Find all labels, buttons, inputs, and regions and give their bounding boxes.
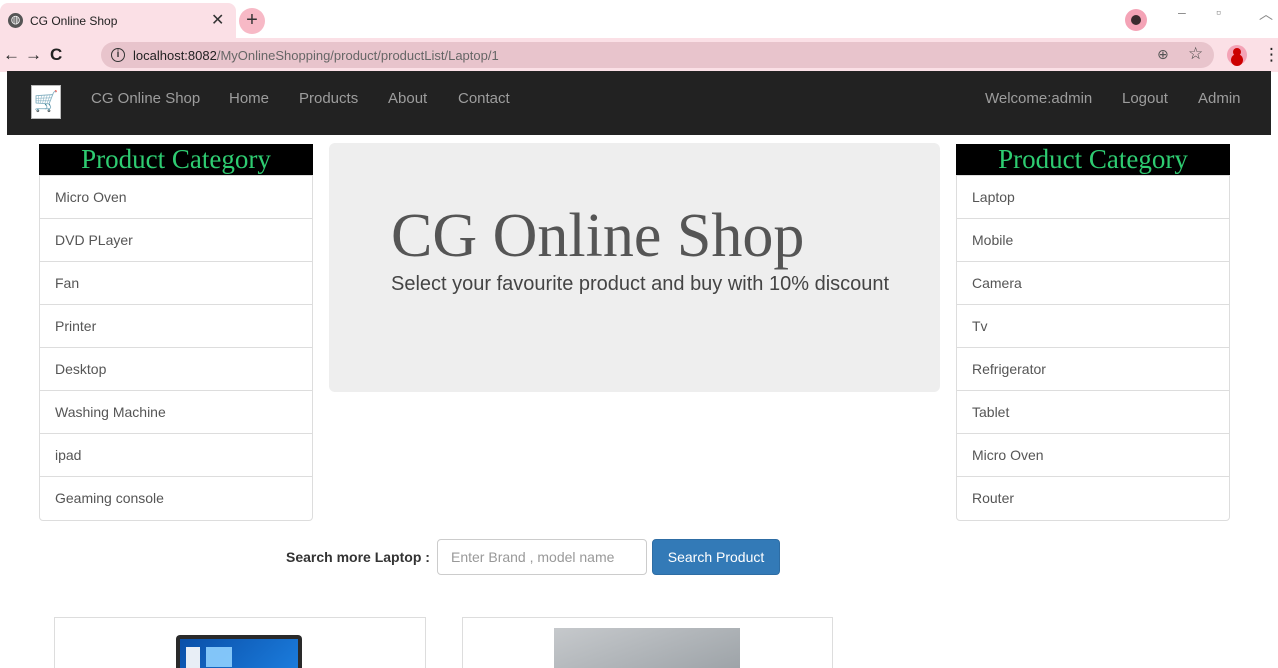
profile-icon[interactable] — [1125, 9, 1147, 31]
cart-logo-icon[interactable]: 🛒 — [31, 85, 61, 119]
zoom-icon[interactable]: ⊕ — [1157, 46, 1169, 63]
category-header: Product Category — [956, 144, 1230, 175]
category-list: Micro Oven DVD PLayer Fan Printer Deskto… — [39, 175, 313, 521]
category-item[interactable]: Geaming console — [40, 477, 312, 520]
url-text[interactable]: localhost:8082/MyOnlineShopping/product/… — [133, 48, 499, 63]
right-category-panel: Product Category Laptop Mobile Camera Tv… — [956, 144, 1230, 521]
minimize-icon[interactable]: – — [1178, 4, 1186, 20]
restore-icon[interactable]: ▫ — [1216, 4, 1221, 20]
jumbotron-subtitle: Select your favourite product and buy wi… — [391, 273, 890, 295]
laptop-product-image[interactable] — [554, 628, 740, 668]
search-input[interactable] — [437, 539, 647, 575]
plus-icon[interactable]: + — [239, 8, 265, 34]
category-item[interactable]: Printer — [40, 305, 312, 348]
category-item[interactable]: Washing Machine — [40, 391, 312, 434]
nav-products[interactable]: Products — [299, 90, 358, 107]
category-item[interactable]: Tablet — [957, 391, 1229, 434]
browser-tab[interactable]: ◍ CG Online Shop ✕ — [0, 3, 236, 38]
search-label: Search more Laptop : — [286, 549, 430, 565]
category-item[interactable]: Laptop — [957, 176, 1229, 219]
tab-title: CG Online Shop — [30, 14, 118, 28]
nav-home[interactable]: Home — [229, 90, 269, 107]
category-list: Laptop Mobile Camera Tv Refrigerator Tab… — [956, 175, 1230, 521]
forward-icon[interactable]: → — [25, 45, 42, 65]
nav-about[interactable]: About — [388, 90, 427, 107]
category-item[interactable]: ipad — [40, 434, 312, 477]
url-host: localhost:8082 — [133, 48, 217, 63]
nav-logout[interactable]: Logout — [1122, 90, 1168, 107]
menu-icon[interactable]: ⋮ — [1263, 45, 1278, 65]
category-item[interactable]: Router — [957, 477, 1229, 520]
url-path: /MyOnlineShopping/product/productList/La… — [216, 48, 499, 63]
category-item[interactable]: Micro Oven — [957, 434, 1229, 477]
account-icon[interactable] — [1227, 45, 1247, 65]
nav-contact[interactable]: Contact — [458, 90, 510, 107]
nav-brand[interactable]: CG Online Shop — [91, 90, 200, 107]
globe-icon: ◍ — [8, 13, 23, 28]
category-item[interactable]: Camera — [957, 262, 1229, 305]
nav-admin[interactable]: Admin — [1198, 90, 1241, 107]
nav-welcome[interactable]: Welcome:admin — [985, 90, 1092, 107]
site-navbar: 🛒 CG Online Shop Home Products About Con… — [7, 71, 1271, 135]
back-icon[interactable]: ← — [3, 45, 20, 65]
reload-icon[interactable]: C — [50, 45, 62, 65]
close-icon[interactable]: ✕ — [211, 10, 224, 30]
category-item[interactable]: Refrigerator — [957, 348, 1229, 391]
browser-tab-bar: ◍ CG Online Shop ✕ + – ▫ ︿ — [0, 0, 1278, 38]
product-card[interactable] — [462, 617, 833, 668]
info-icon[interactable]: i — [111, 48, 125, 62]
collapse-icon[interactable]: ︿ — [1259, 4, 1273, 24]
search-product-button[interactable]: Search Product — [652, 539, 780, 575]
jumbotron: CG Online Shop Select your favourite pro… — [329, 143, 940, 392]
address-bar: ← → C i localhost:8082/MyOnlineShopping/… — [0, 38, 1278, 72]
category-item[interactable]: Micro Oven — [40, 176, 312, 219]
category-item[interactable]: Mobile — [957, 219, 1229, 262]
category-item[interactable]: Tv — [957, 305, 1229, 348]
jumbotron-title: CG Online Shop — [391, 202, 805, 270]
laptop-product-image[interactable] — [176, 635, 302, 668]
left-category-panel: Product Category Micro Oven DVD PLayer F… — [39, 144, 313, 521]
product-card[interactable] — [54, 617, 426, 668]
star-icon[interactable]: ☆ — [1188, 44, 1203, 64]
category-item[interactable]: Desktop — [40, 348, 312, 391]
category-item[interactable]: Fan — [40, 262, 312, 305]
category-header: Product Category — [39, 144, 313, 175]
category-item[interactable]: DVD PLayer — [40, 219, 312, 262]
